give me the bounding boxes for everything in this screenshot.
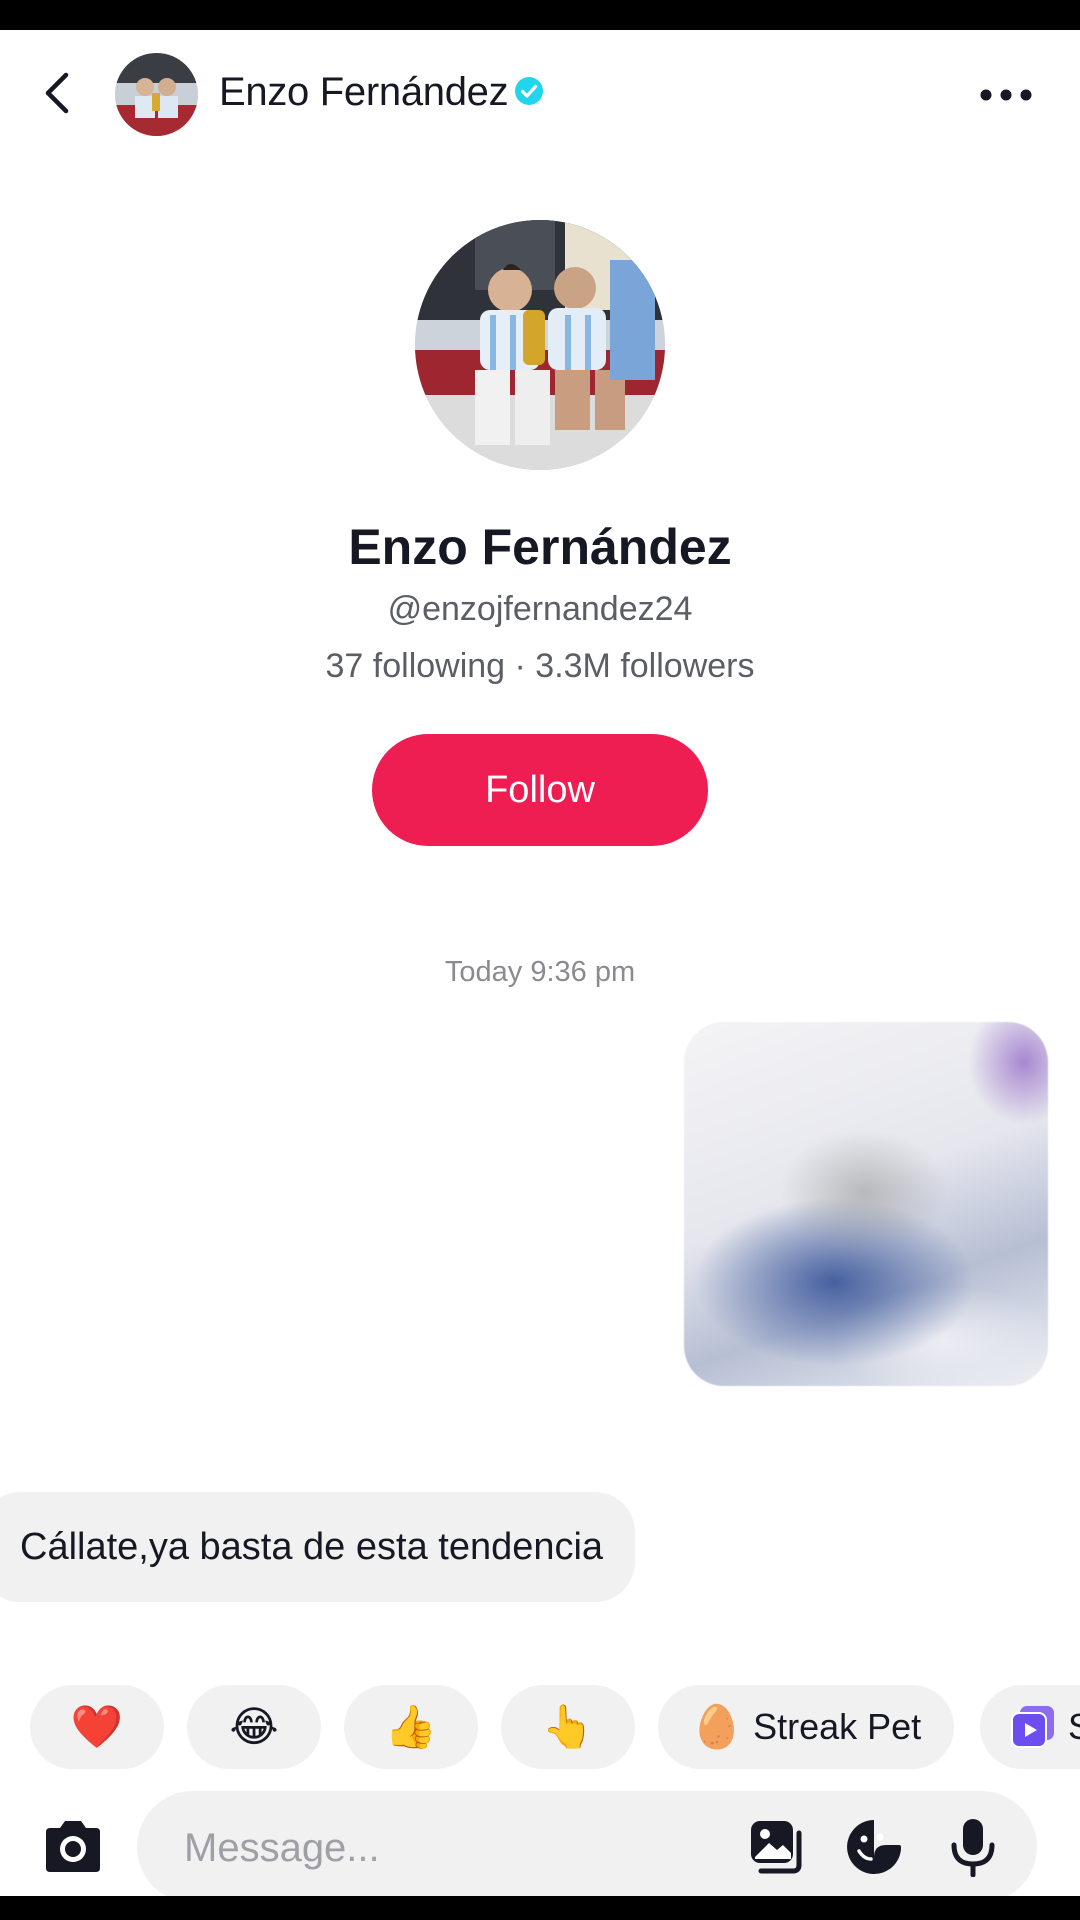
quick-reaction-laugh[interactable]: 😂: [187, 1685, 321, 1769]
profile-name: Enzo Fernández: [348, 519, 732, 575]
message-timestamp: Today 9:36 pm: [444, 956, 636, 988]
chat-screen: Enzo Fernández Enzo Fernández @enzojfern…: [0, 30, 1080, 1896]
quick-reaction-thumbs-up[interactable]: 👍: [344, 1685, 478, 1769]
header-avatar[interactable]: [115, 53, 198, 136]
message-text: Cállate,ya basta de esta tendencia: [20, 1525, 604, 1568]
camera-button[interactable]: [40, 1818, 106, 1876]
microphone-icon: [951, 1819, 995, 1878]
quick-reactions-row: ❤️ 😂 👍 👆 🥚 Streak Pet S: [30, 1685, 1080, 1769]
header-name-text: Enzo Fernández: [219, 70, 509, 114]
streak-pet-chip[interactable]: 🥚 Streak Pet: [658, 1685, 954, 1769]
quick-reaction-point-up[interactable]: 👆: [501, 1685, 635, 1769]
more-dots-icon: [980, 89, 1032, 101]
verified-badge-icon: [515, 77, 544, 106]
profile-avatar[interactable]: [415, 220, 665, 470]
sticker-icon: [847, 1820, 901, 1874]
streak-pet-label: Streak Pet: [753, 1706, 922, 1747]
quick-reaction-heart[interactable]: ❤️: [30, 1685, 164, 1769]
follow-button[interactable]: Follow: [372, 734, 708, 846]
header-title: Enzo Fernández: [219, 70, 544, 115]
back-button[interactable]: [30, 65, 86, 121]
gallery-icon: [751, 1821, 802, 1874]
message-input[interactable]: [182, 1791, 686, 1896]
heart-emoji-icon: ❤️: [70, 1703, 124, 1750]
shortcut-chip[interactable]: S: [980, 1685, 1080, 1769]
profile-handle: @enzojfernandez24: [387, 590, 693, 628]
egg-emoji-icon: 🥚: [690, 1703, 744, 1750]
message-input-container: [137, 1791, 1037, 1896]
gallery-button[interactable]: [747, 1817, 807, 1877]
chevron-left-icon: [45, 72, 69, 114]
sent-image-message[interactable]: [684, 1022, 1048, 1386]
video-card-icon: [1011, 1706, 1054, 1748]
more-options-button[interactable]: [978, 80, 1034, 110]
sticker-button[interactable]: [844, 1817, 904, 1877]
thumbs-up-emoji-icon: 👍: [384, 1703, 438, 1750]
camera-icon: [46, 1821, 100, 1872]
laugh-emoji-icon: 😂: [229, 1703, 279, 1750]
chat-header: Enzo Fernández: [0, 30, 1080, 160]
point-up-emoji-icon: 👆: [541, 1703, 595, 1750]
voice-button[interactable]: [943, 1817, 1003, 1878]
profile-stats: 37 following · 3.3M followers: [325, 647, 755, 685]
received-text-message[interactable]: Cállate,ya basta de esta tendencia: [0, 1492, 636, 1602]
shortcut-chip-label: S: [1068, 1706, 1080, 1748]
